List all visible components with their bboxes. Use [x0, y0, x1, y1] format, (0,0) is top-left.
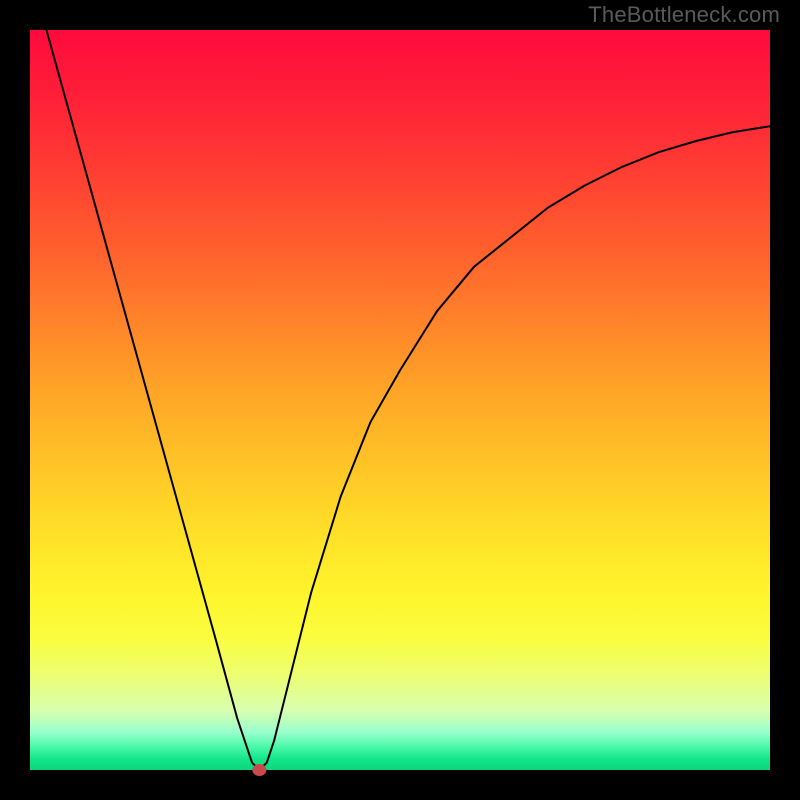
- minimum-marker: [252, 764, 266, 776]
- bottleneck-curve: [30, 0, 770, 770]
- plot-area: [30, 30, 770, 770]
- chart-frame: TheBottleneck.com: [0, 0, 800, 800]
- watermark: TheBottleneck.com: [588, 2, 780, 28]
- curve-layer: [30, 30, 770, 770]
